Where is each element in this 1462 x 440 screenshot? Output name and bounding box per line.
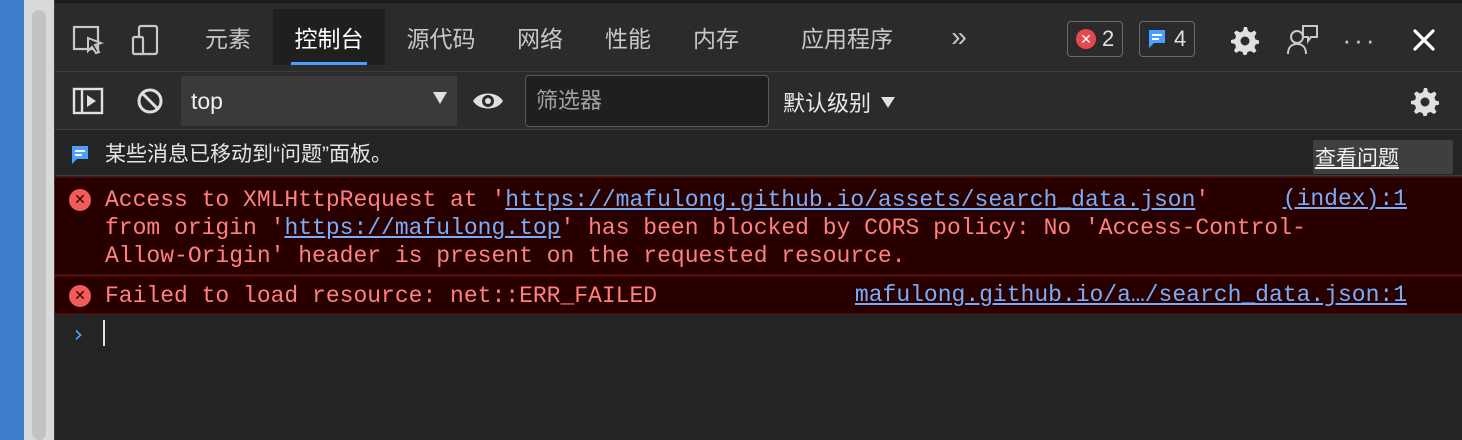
error-line-2: from origin 'https://mafulong.top' has b… [105,214,1306,242]
error-icon: ✕ [69,285,91,307]
devtools-panel: 元素 控制台 源代码 网络 性能 内存 应用程序 » ✕ 2 4 ··· top… [54,0,1462,440]
issue-count-badge[interactable]: 4 [1139,21,1196,57]
page-edge [0,0,24,440]
chevron-down-icon [881,96,896,108]
error-source-link[interactable]: mafulong.github.io/a…/search_data.json:1 [855,282,1407,308]
console-error-message: ✕ Access to XMLHttpRequest at 'https://m… [55,177,1462,275]
error-text: Access to XMLHttpRequest at ' [105,187,506,213]
tab-performance[interactable]: 性能 [591,9,665,65]
sidebar-toggle-icon[interactable] [71,84,105,118]
feedback-icon[interactable] [1285,23,1319,57]
more-tabs-icon[interactable]: » [939,9,979,65]
page-viewport-strip [0,0,54,440]
error-icon: ✕ [1076,29,1096,49]
console-error-message: ✕ Failed to load resource: net::ERR_FAIL… [55,276,1462,314]
issue-count: 4 [1174,26,1187,51]
device-icon[interactable] [129,23,163,57]
devtools-tabbar: 元素 控制台 源代码 网络 性能 内存 应用程序 » ✕ 2 4 ··· [55,0,1462,72]
tab-sources[interactable]: 源代码 [391,9,491,65]
inspect-icon[interactable] [71,23,105,57]
console-settings-icon[interactable] [1407,84,1441,118]
request-url-link[interactable]: https://mafulong.github.io/assets/search… [505,187,1195,213]
close-icon[interactable] [1407,23,1441,57]
context-selector[interactable]: top [181,76,457,126]
log-levels-dropdown[interactable]: 默认级别 [783,86,896,118]
error-text: ' has been blocked by CORS policy: No 'A… [560,215,1306,241]
error-count: 2 [1102,26,1115,51]
origin-link[interactable]: https://mafulong.top [284,215,560,241]
filter-input[interactable] [525,75,769,127]
tab-console[interactable]: 控制台 [273,9,385,65]
error-count-badge[interactable]: ✕ 2 [1067,21,1124,57]
error-text: Failed to load resource: net::ERR_FAILED [105,283,658,309]
console-input-cursor[interactable] [103,320,105,346]
page-scrollbar[interactable] [32,10,46,440]
info-message-icon [71,145,89,165]
clear-console-icon[interactable] [133,84,167,118]
view-issues-button[interactable]: 查看问题 [1313,140,1453,174]
more-options-icon[interactable]: ··· [1343,23,1377,57]
prompt-chevron-icon: › [71,320,86,348]
error-line-1: Access to XMLHttpRequest at 'https://maf… [105,186,1209,214]
issue-icon [1148,29,1166,49]
console-toolbar: top 默认级别 [55,72,1462,130]
tab-application[interactable]: 应用程序 [785,9,909,65]
error-icon: ✕ [69,189,91,211]
tab-network[interactable]: 网络 [503,9,577,65]
log-levels-label: 默认级别 [783,91,872,116]
error-line-3: Allow-Origin' header is present on the r… [105,243,906,269]
error-source-link[interactable]: (index):1 [1283,186,1407,212]
settings-icon[interactable] [1227,23,1261,57]
context-value: top [191,87,223,114]
live-expression-icon[interactable] [471,84,505,118]
error-text: ' [1195,187,1210,213]
tab-elements[interactable]: 元素 [189,9,267,65]
error-text: from origin ' [105,215,285,241]
tab-memory[interactable]: 内存 [679,9,753,65]
info-message: 某些消息已移动到“问题”面板。 查看问题 [55,130,1462,176]
info-message-text: 某些消息已移动到“问题”面板。 [105,142,392,166]
chevron-down-icon [433,92,447,104]
